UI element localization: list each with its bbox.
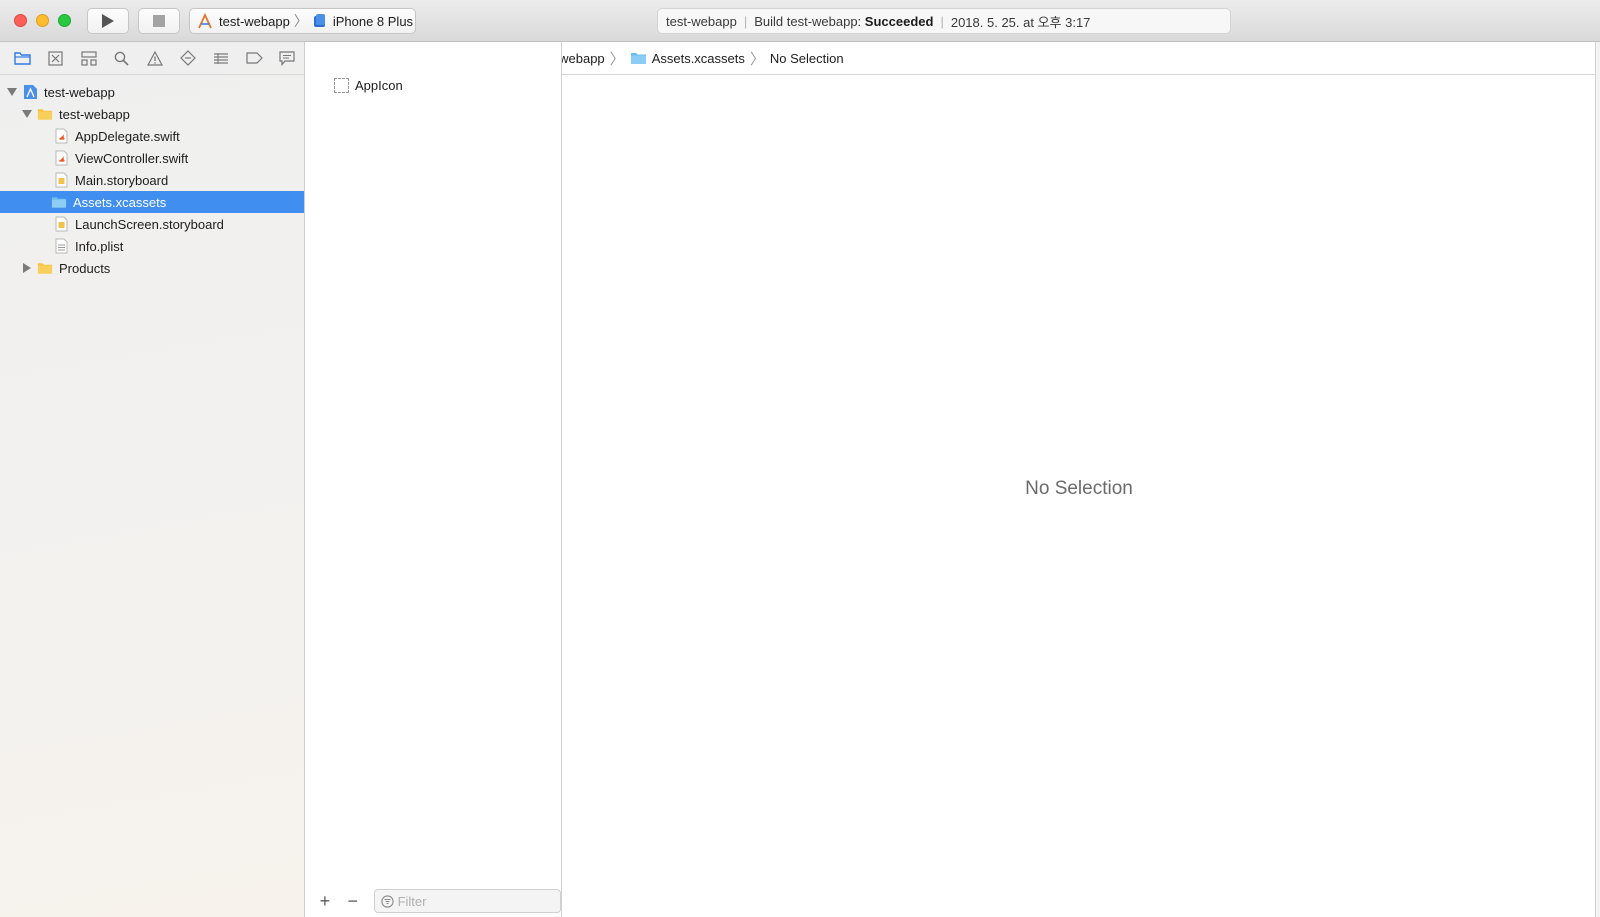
tree-item-label: ViewController.swift (75, 150, 189, 166)
tree-item-label: Assets.xcassets (73, 194, 167, 210)
asset-editor: No Selection (563, 76, 1595, 917)
breakpoint-icon (246, 52, 263, 64)
source-control-icon (48, 50, 63, 66)
symbol-navigator-tab[interactable] (72, 46, 105, 70)
breadcrumb-assets[interactable]: Assets.xcassets (630, 51, 745, 66)
tree-item-group[interactable]: Products (0, 257, 304, 279)
plist-file-icon (53, 238, 69, 254)
disclosure-expanded-icon[interactable] (6, 86, 18, 98)
window-toolbar: test-webapp 〉 iPhone 8 Plus test-webapp … (0, 0, 1600, 42)
assets-folder-icon (630, 51, 647, 65)
breakpoint-navigator-tab[interactable] (238, 46, 271, 70)
search-icon (115, 51, 129, 66)
tree-item-group[interactable]: test-webapp (0, 103, 304, 125)
tree-item-label: Main.storyboard (75, 172, 169, 188)
scheme-selector[interactable]: test-webapp 〉 iPhone 8 Plus (189, 8, 416, 34)
swift-file-icon (53, 128, 69, 144)
symbol-icon (81, 50, 97, 66)
swift-file-icon (53, 150, 69, 166)
chevron-right-icon: 〉 (609, 50, 625, 68)
asset-item-label: AppIcon (355, 77, 403, 93)
app-icon-placeholder-icon (334, 77, 349, 93)
tree-item-file[interactable]: Main.storyboard (0, 169, 304, 191)
asset-catalog-outline: AppIcon + − (306, 42, 562, 917)
play-icon (102, 14, 114, 28)
report-navigator-tab[interactable] (271, 46, 304, 70)
navigator-tab-bar (0, 42, 304, 75)
asset-outline-footer: + − (306, 885, 561, 917)
asset-item-appicon[interactable]: AppIcon (334, 76, 403, 94)
zoom-window-button[interactable] (58, 14, 71, 27)
assets-folder-icon (51, 194, 67, 210)
test-navigator-tab[interactable] (172, 46, 205, 70)
tree-item-file[interactable]: Info.plist (0, 235, 304, 257)
disclosure-expanded-icon[interactable] (21, 108, 33, 120)
tree-item-label: Products (59, 260, 111, 276)
folder-icon (14, 52, 31, 65)
no-selection-label: No Selection (1025, 478, 1133, 499)
storyboard-file-icon (53, 216, 69, 232)
scheme-device-label: iPhone 8 Plus (332, 13, 414, 29)
tree-item-label: test-webapp (59, 106, 130, 122)
breadcrumb-label: Assets.xcassets (651, 50, 745, 66)
filter-input[interactable] (397, 893, 548, 909)
app-target-icon (198, 13, 212, 29)
activity-timestamp: 2018. 5. 25. at 오후 3:17 (950, 14, 1091, 30)
chevron-right-icon: 〉 (749, 50, 765, 68)
project-navigator-tab[interactable] (6, 46, 39, 70)
tree-item-label: test-webapp (44, 84, 115, 100)
activity-project: test-webapp (666, 13, 737, 29)
chevron-right-icon: 〉 (293, 13, 308, 29)
xcode-project-icon (22, 84, 38, 100)
activity-viewer: test-webapp | Build test-webapp: Succeed… (657, 8, 1231, 34)
debug-icon (214, 52, 229, 64)
warning-icon (146, 50, 163, 66)
iphone-device-icon (313, 14, 325, 27)
scheme-target-label: test-webapp (219, 13, 290, 29)
tree-item-label: LaunchScreen.storyboard (75, 216, 224, 232)
breadcrumb-selection[interactable]: No Selection (770, 51, 844, 66)
stop-button[interactable] (138, 8, 180, 34)
test-diamond-icon (180, 50, 196, 66)
minimize-window-button[interactable] (36, 14, 49, 27)
activity-build-prefix: Build test-webapp: (754, 13, 862, 29)
filter-icon (380, 894, 394, 908)
close-window-button[interactable] (14, 14, 27, 27)
disclosure-collapsed-icon[interactable] (21, 262, 33, 274)
build-status: Succeeded (864, 13, 934, 29)
tree-item-file[interactable]: LaunchScreen.storyboard (0, 213, 304, 235)
storyboard-file-icon (53, 172, 69, 188)
tree-item-file[interactable]: ViewController.swift (0, 147, 304, 169)
folder-icon (37, 106, 53, 122)
tree-item-label: AppDelegate.swift (75, 128, 180, 144)
tree-item-assets-selected[interactable]: Assets.xcassets (0, 191, 304, 213)
run-button[interactable] (87, 8, 129, 34)
debug-navigator-tab[interactable] (205, 46, 238, 70)
tree-item-file[interactable]: AppDelegate.swift (0, 125, 304, 147)
stop-icon (153, 15, 165, 27)
report-icon (279, 50, 296, 66)
remove-asset-button[interactable]: − (342, 890, 364, 912)
tree-item-label: Info.plist (75, 238, 124, 254)
find-navigator-tab[interactable] (105, 46, 138, 70)
source-control-navigator-tab[interactable] (39, 46, 72, 70)
project-navigator: test-webapp test-webapp AppDelegate.swif… (0, 42, 305, 917)
add-asset-button[interactable]: + (314, 890, 336, 912)
inspector-edge[interactable] (1595, 42, 1600, 917)
breadcrumb-label: No Selection (769, 50, 844, 66)
tree-item-project[interactable]: test-webapp (0, 81, 304, 103)
issue-navigator-tab[interactable] (138, 46, 171, 70)
filter-field[interactable] (373, 889, 561, 913)
folder-icon (37, 260, 53, 276)
